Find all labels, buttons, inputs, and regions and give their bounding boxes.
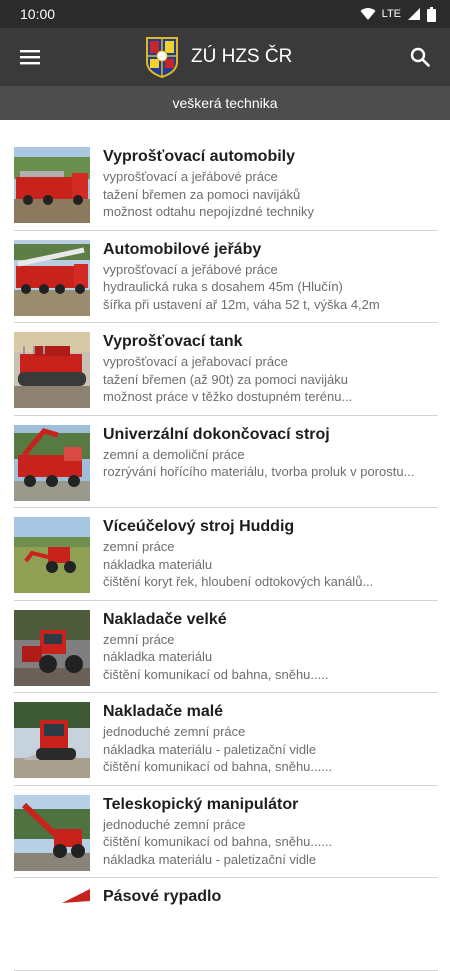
item-desc-2: nákladka materiálu - paletizační vidle (103, 741, 317, 757)
status-bar: 10:00 LTE (0, 0, 450, 28)
rescue-tank-photo (14, 332, 90, 408)
status-icons: LTE (360, 6, 436, 22)
item-desc-1: zemní práce (103, 539, 175, 554)
huddig-machine-photo (14, 517, 90, 593)
item-desc-2: tažení břemen za pomoci navijáků (103, 186, 301, 202)
item-desc-3: čištění koryt řek, hloubení odtokových k… (103, 574, 374, 589)
item-title: Víceúčelový stroj Huddig (103, 518, 295, 535)
list-item-vyprostovaci-automobily[interactable]: Vyprošťovací automobily vyprošťovací a j… (0, 138, 450, 231)
item-title: Univerzální dokončovací stroj (103, 425, 330, 443)
item-desc-3: šířka při ustavení ař 12m, váha 52 t, vý… (103, 296, 380, 312)
thumbnail-image (14, 794, 90, 871)
thumbnail-image (14, 239, 90, 316)
equipment-list: Vyprošťovací automobily vyprošťovací a j… (0, 138, 450, 971)
telehandler-photo (14, 794, 90, 871)
thumbnail-image (14, 702, 90, 778)
item-desc-2: čištění komunikací od bahna, sněhu...... (103, 834, 333, 849)
item-title: Vyprošťovací tank (103, 333, 243, 350)
app-bar: ZÚ HZS ČR (0, 28, 450, 86)
item-desc-2: nákladka materiálu (103, 649, 213, 664)
item-title: Nakladače malé (103, 703, 224, 720)
item-desc-1: jednoduché zemní práce (103, 816, 246, 832)
large-loader-photo (14, 609, 90, 686)
item-title: Teleskopický manipulátor (103, 795, 299, 813)
search-button[interactable] (398, 35, 442, 79)
thumbnail-image (14, 517, 90, 593)
item-desc-2: rozrývání hořícího materiálu, tvorba pro… (103, 464, 415, 479)
item-desc-3: čištění komunikací od bahna, sněhu..... (103, 666, 329, 682)
list-item-viceucelovy-stroj-huddig[interactable]: Víceúčelový stroj Huddig zemní práce nák… (0, 508, 450, 601)
rescue-truck-photo (14, 147, 90, 223)
item-title: Pásové rypadlo (103, 888, 222, 905)
list-item-nakladace-male[interactable]: Nakladače malé jednoduché zemní práce ná… (0, 693, 450, 786)
item-desc-3: možnost práce v těžko dostupném terénu..… (103, 389, 353, 404)
item-desc-1: vyprošťovací a jeřábové práce (103, 261, 278, 277)
item-desc-1: vyprošťovací a jeřabovací práce (103, 354, 288, 369)
thumbnail-image (14, 332, 90, 408)
fire-rescue-emblem-logo (146, 37, 178, 78)
crane-truck-photo (14, 239, 90, 316)
thumbnail-image (14, 609, 90, 686)
list-item-pasove-rypadlo[interactable]: Pásové rypadlo (0, 878, 450, 971)
item-desc-1: vyprošťovací a jeřábové práce (103, 169, 278, 184)
excavator-photo (14, 887, 90, 963)
thumbnail-image (14, 887, 90, 963)
item-desc-3: nákladka materiálu - paletizační vidle (103, 851, 317, 867)
item-desc-1: jednoduché zemní práce (103, 724, 246, 739)
item-title: Vyprošťovací automobily (103, 148, 296, 165)
item-desc-3: čištění komunikací od bahna, sněhu...... (103, 759, 333, 774)
app-title-group: ZÚ HZS ČR (145, 28, 292, 86)
menu-icon (20, 50, 40, 65)
search-icon (410, 47, 430, 67)
item-desc-1: zemní práce (103, 631, 175, 647)
list-item-vyprostovaci-tank[interactable]: Vyprošťovací tank vyprošťovací a jeřabov… (0, 323, 450, 416)
item-desc-1: zemní a demoliční práce (103, 446, 245, 462)
signal-icon (408, 8, 420, 20)
item-desc-3: možnost odtahu nepojízdné techniky (103, 204, 315, 219)
item-desc-2: hydraulická ruka s dosahem 45m (Hlučín) (103, 279, 343, 294)
item-desc-2: nákladka materiálu (103, 556, 213, 572)
list-item-univerzalni-dokoncovaci-stroj[interactable]: Univerzální dokončovací stroj zemní a de… (0, 416, 450, 509)
item-desc-2: tažení břemen (až 90t) za pomoci naviják… (103, 371, 348, 387)
finishing-machine-photo (14, 424, 90, 501)
network-label: LTE (381, 8, 401, 20)
list-item-automobilove-jeraby[interactable]: Automobilové jeřáby vyprošťovací a jeřáb… (0, 231, 450, 324)
item-title: Automobilové jeřáby (103, 240, 262, 258)
list-item-nakladace-velke[interactable]: Nakladače velké zemní práce nákladka mat… (0, 601, 450, 694)
thumbnail-image (14, 147, 90, 223)
small-loader-photo (14, 702, 90, 778)
thumbnail-image (14, 424, 90, 501)
list-item-teleskopicky-manipulator[interactable]: Teleskopický manipulátor jednoduché zemn… (0, 786, 450, 879)
category-subheader: veškerá technika (0, 86, 450, 120)
battery-icon (427, 6, 436, 22)
status-time: 10:00 (20, 6, 56, 22)
item-title: Nakladače velké (103, 610, 227, 628)
menu-button[interactable] (0, 28, 60, 86)
wifi-icon (360, 8, 376, 20)
category-label: veškerá technika (172, 95, 278, 111)
app-title: ZÚ HZS ČR (191, 46, 293, 67)
